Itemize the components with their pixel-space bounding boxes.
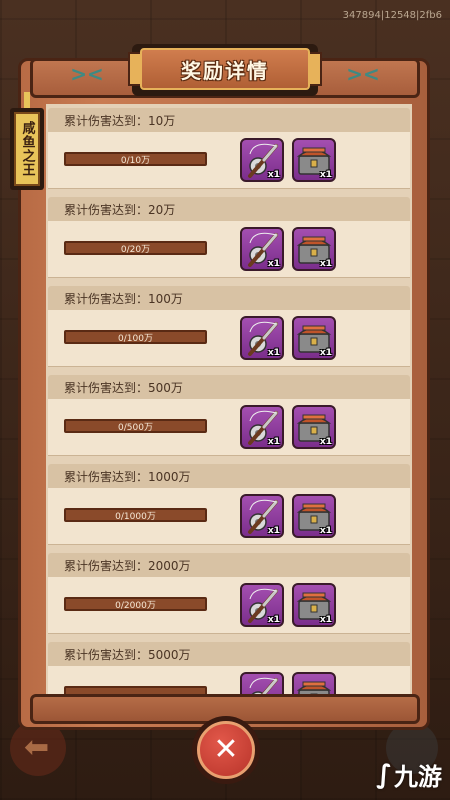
reward-item-chest[interactable]: x1: [292, 138, 336, 182]
watermark-mark-icon: ∫: [376, 759, 392, 790]
fish-icon: ><: [70, 62, 104, 86]
reward-item-fishing-rod[interactable]: x1: [240, 138, 284, 182]
progress-text: 0/1000万: [115, 511, 156, 522]
reward-item-chest[interactable]: x1: [292, 583, 336, 627]
reward-quantity: x1: [319, 615, 332, 625]
reward-item-chest[interactable]: [292, 672, 336, 696]
progress-text: 0/100万: [118, 333, 153, 344]
reward-condition-label: 累计伤害达到：10万: [64, 114, 176, 128]
progress-text: 0/20万: [120, 244, 151, 255]
reward-quantity: x1: [319, 259, 332, 269]
title-tab-right: [308, 52, 322, 86]
reward-condition-label: 累计伤害达到：5000万: [64, 648, 191, 662]
reward-row: 累计伤害达到：1000万 0/1000万 x1 x1: [46, 460, 412, 546]
reward-item-chest[interactable]: x1: [292, 316, 336, 360]
progress-bar: 0/1000万: [64, 508, 207, 522]
watermark-text: 九游: [394, 763, 442, 791]
progress-text: 0/500万: [118, 422, 153, 433]
reward-quantity: x1: [267, 437, 280, 447]
fishing-rod-icon: [249, 677, 278, 696]
reward-row: 累计伤害达到：500万 0/500万 x1 x1: [46, 371, 412, 457]
reward-item-chest[interactable]: x1: [292, 494, 336, 538]
reward-item-chest[interactable]: x1: [292, 227, 336, 271]
fish-icon: ><: [346, 62, 380, 86]
reward-quantity: x1: [267, 526, 280, 536]
reward-quantity: x1: [319, 526, 332, 536]
build-id: 347894|12548|2fb6: [342, 10, 442, 21]
side-tag: 咸鱼之王: [14, 112, 40, 186]
watermark-logo: ∫ 九游: [376, 757, 442, 792]
reward-item-fishing-rod[interactable]: x1: [240, 316, 284, 360]
reward-quantity: x1: [267, 348, 280, 358]
reward-item-chest[interactable]: x1: [292, 405, 336, 449]
reward-row: 累计伤害达到：20万 0/20万 x1 x1: [46, 193, 412, 279]
progress-bar: 0/2000万: [64, 597, 207, 611]
reward-item-fishing-rod[interactable]: x1: [240, 405, 284, 449]
reward-item-fishing-rod[interactable]: x1: [240, 227, 284, 271]
reward-list[interactable]: 累计伤害达到：10万 0/10万 x1 x1 累计伤害达到：20万 0/20万 x1 x1 累计…: [46, 104, 412, 696]
reward-condition-label: 累计伤害达到：2000万: [64, 559, 191, 573]
reward-quantity: x1: [319, 348, 332, 358]
page-title: 奖励详情: [140, 48, 310, 90]
reward-quantity: x1: [267, 615, 280, 625]
reward-condition-label: 累计伤害达到：100万: [64, 292, 183, 306]
reward-quantity: x1: [267, 170, 280, 180]
reward-quantity: x1: [267, 259, 280, 269]
reward-row: 累计伤害达到：100万 0/100万 x1 x1: [46, 282, 412, 368]
reward-item-fishing-rod[interactable]: x1: [240, 583, 284, 627]
reward-quantity: x1: [319, 437, 332, 447]
reward-condition-label: 累计伤害达到：500万: [64, 381, 183, 395]
reward-item-fishing-rod[interactable]: x1: [240, 494, 284, 538]
progress-bar: 0/20万: [64, 241, 207, 255]
close-button[interactable]: ✕: [197, 721, 255, 779]
progress-bar: 0/10万: [64, 152, 207, 166]
close-icon: ✕: [213, 732, 239, 767]
treasure-chest-icon: [296, 681, 332, 696]
reward-condition-label: 累计伤害达到：20万: [64, 203, 176, 217]
reward-row: 累计伤害达到：2000万 0/2000万 x1 x1: [46, 549, 412, 635]
reward-condition-label: 累计伤害达到：1000万: [64, 470, 191, 484]
back-arrow-icon: ⬅: [24, 730, 50, 765]
progress-bar: 0/500万: [64, 419, 207, 433]
reward-row: 累计伤害达到：5000万: [46, 638, 412, 696]
progress-text: 0/2000万: [115, 600, 156, 611]
progress-bar: 0/100万: [64, 330, 207, 344]
reward-row: 累计伤害达到：10万 0/10万 x1 x1: [46, 104, 412, 190]
reward-item-fishing-rod[interactable]: [240, 672, 284, 696]
progress-text: 0/10万: [120, 155, 151, 166]
reward-quantity: x1: [319, 170, 332, 180]
